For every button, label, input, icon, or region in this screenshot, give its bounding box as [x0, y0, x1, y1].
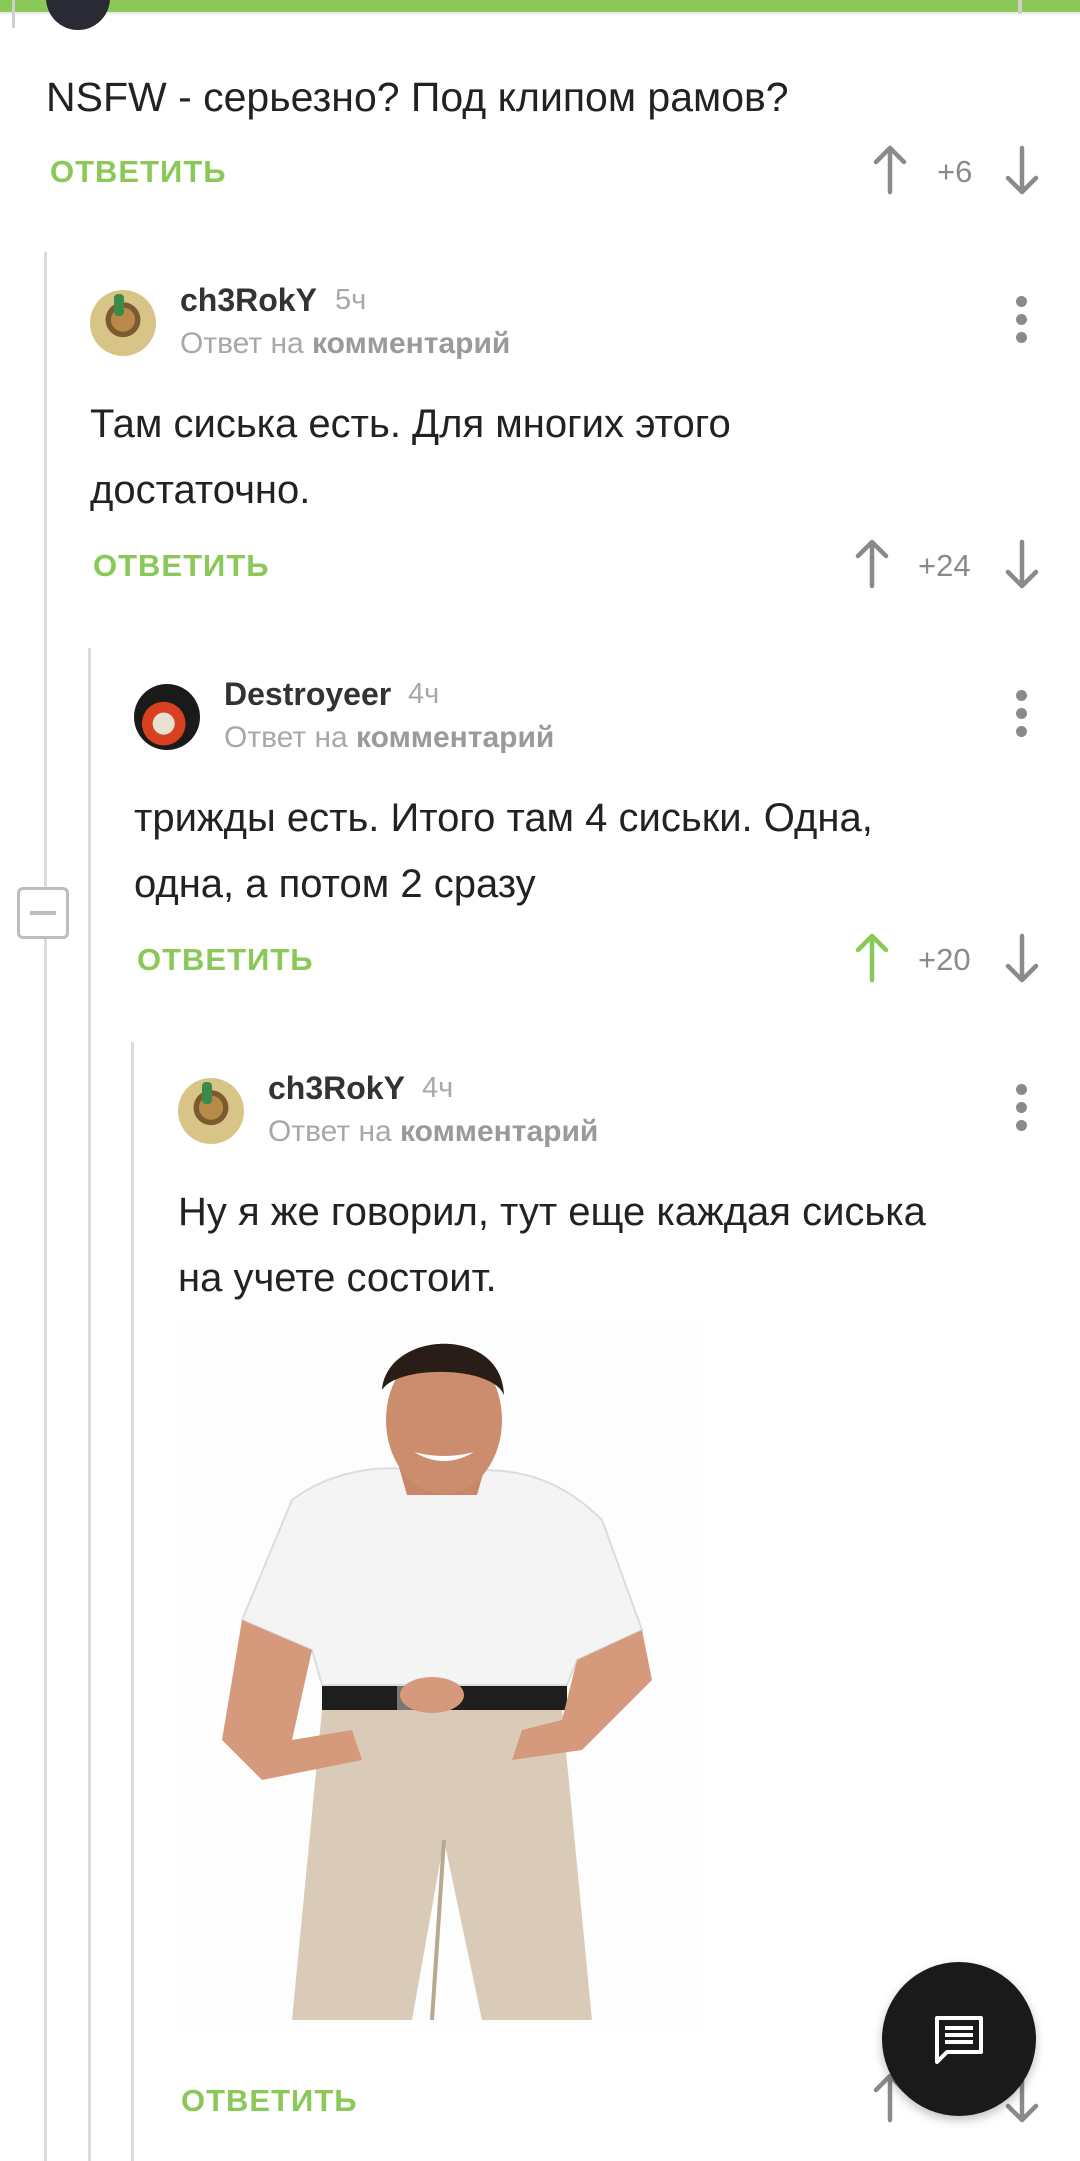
reply-to-info: Ответ на комментарий [180, 327, 510, 361]
arrow-up-icon[interactable] [852, 538, 892, 590]
comment-text: Там сиська есть. Для многих этого достат… [90, 391, 731, 523]
top-bar-shadow [0, 12, 1080, 16]
comment-author[interactable]: ch3RokY [268, 1070, 405, 1107]
reply-button[interactable]: ОТВЕТИТЬ [137, 942, 314, 978]
reply-to-prefix: Ответ на [268, 1115, 392, 1148]
arrow-up-icon[interactable] [870, 144, 910, 196]
collapse-minus-icon[interactable] [17, 887, 69, 939]
reply-to-info: Ответ на комментарий [268, 1115, 598, 1149]
comment-time: 5ч [335, 284, 367, 316]
reply-button[interactable]: ОТВЕТИТЬ [93, 548, 270, 584]
reply-to-link[interactable]: комментарий [400, 1115, 598, 1148]
comment-text-line: Там сиська есть. Для многих этого [90, 402, 731, 446]
score: +20 [918, 942, 971, 977]
comment-time: 4ч [408, 678, 440, 710]
comment-text-line: на учете состоит. [178, 1256, 497, 1300]
thread-line[interactable] [88, 648, 91, 2161]
reply-button[interactable]: ОТВЕТИТЬ [181, 2083, 358, 2119]
reply-to-link[interactable]: комментарий [356, 721, 554, 754]
avatar[interactable] [178, 1078, 244, 1144]
top-accent-bar [0, 0, 1080, 12]
comment-text: Ну я же говорил, тут еще каждая сиська н… [178, 1179, 926, 1311]
arrow-up-icon[interactable] [852, 932, 892, 984]
arrow-down-icon[interactable] [1002, 538, 1042, 590]
score: +24 [918, 548, 971, 583]
comment-text-line: трижды есть. Итого там 4 сиськи. Одна, [134, 796, 873, 840]
comment-text-line: достаточно. [90, 468, 311, 512]
comment-time: 4ч [422, 1072, 454, 1104]
thread-line-top [12, 0, 15, 28]
comment-image[interactable] [182, 1320, 702, 2032]
comment-author[interactable]: Destroyeer [224, 676, 391, 713]
arrow-down-icon[interactable] [1002, 932, 1042, 984]
kebab-remnant [1018, 0, 1022, 14]
comment-icon [935, 2016, 983, 2064]
comment-text-line: Ну я же говорил, тут еще каждая сиська [178, 1190, 926, 1234]
avatar[interactable] [134, 684, 200, 750]
more-vertical-icon[interactable] [1016, 296, 1028, 344]
thread-line[interactable] [131, 1042, 134, 2161]
thread-line[interactable] [44, 252, 47, 2161]
reply-to-prefix: Ответ на [180, 327, 304, 360]
comment-fab-button[interactable] [882, 1962, 1036, 2116]
score: +6 [937, 154, 973, 189]
comment-text-line: одна, а потом 2 сразу [134, 862, 536, 906]
comment-text: трижды есть. Итого там 4 сиськи. Одна, о… [134, 785, 873, 917]
reply-to-prefix: Ответ на [224, 721, 348, 754]
avatar[interactable] [90, 290, 156, 356]
comment-text: NSFW - серьезно? Под клипом рамов? [46, 74, 789, 120]
arrow-down-icon[interactable] [1002, 144, 1042, 196]
more-vertical-icon[interactable] [1016, 690, 1028, 738]
reply-to-link[interactable]: комментарий [312, 327, 510, 360]
reply-button[interactable]: ОТВЕТИТЬ [50, 154, 227, 190]
avatar[interactable] [46, 0, 110, 30]
comment-author[interactable]: ch3RokY [180, 282, 317, 319]
reply-to-info: Ответ на комментарий [224, 721, 554, 755]
more-vertical-icon[interactable] [1016, 1084, 1028, 1132]
